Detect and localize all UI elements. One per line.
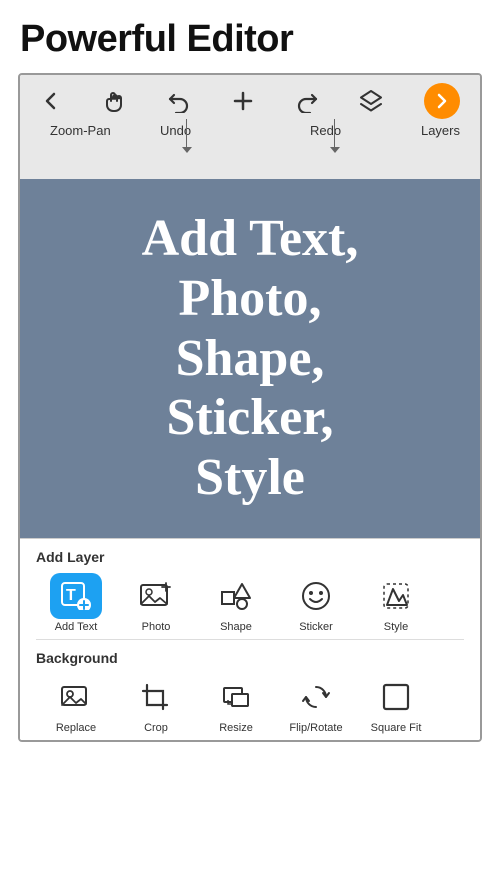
- flip-rotate-icon: [290, 674, 342, 720]
- canvas-area: Add Text,Photo,Shape,Sticker,Style: [20, 179, 480, 538]
- square-fit-label: Square Fit: [371, 722, 422, 734]
- editor-container: Zoom-Pan Undo Redo Layers Add Text,Photo…: [18, 73, 482, 742]
- square-fit-item[interactable]: Square Fit: [356, 674, 436, 734]
- redo-label: Redo: [310, 123, 341, 138]
- shape-label: Shape: [220, 621, 252, 633]
- layers-icon[interactable]: [359, 89, 383, 113]
- add-text-icon: T: [50, 573, 102, 619]
- page-title: Powerful Editor: [0, 0, 500, 73]
- flip-rotate-label: Flip/Rotate: [289, 722, 342, 734]
- add-text-item[interactable]: T Add Text: [36, 573, 116, 633]
- crop-label: Crop: [144, 722, 168, 734]
- flip-rotate-item[interactable]: Flip/Rotate: [276, 674, 356, 734]
- shape-icon: [210, 573, 262, 619]
- resize-item[interactable]: Resize: [196, 674, 276, 734]
- add-text-label: Add Text: [55, 621, 98, 633]
- sticker-icon: [290, 573, 342, 619]
- resize-label: Resize: [219, 722, 253, 734]
- style-item[interactable]: Style: [356, 573, 436, 633]
- redo-icon[interactable]: [295, 89, 319, 113]
- add-layer-section: Add Layer T Add Text: [20, 539, 480, 639]
- toolbar-labels: Zoom-Pan Undo Redo Layers: [20, 119, 480, 179]
- background-label: Background: [36, 650, 464, 666]
- canvas-text: Add Text,Photo,Shape,Sticker,Style: [142, 209, 359, 508]
- toolbar: [20, 75, 480, 119]
- back-icon[interactable]: [40, 90, 62, 112]
- replace-label: Replace: [56, 722, 96, 734]
- crop-icon: [130, 674, 182, 720]
- redo-arrow: [334, 119, 335, 147]
- background-section: Background Replace: [20, 640, 480, 740]
- replace-icon: [50, 674, 102, 720]
- svg-text:T: T: [66, 587, 76, 604]
- photo-icon: [130, 573, 182, 619]
- add-icon[interactable]: [232, 90, 254, 112]
- replace-item[interactable]: Replace: [36, 674, 116, 734]
- style-label: Style: [384, 621, 408, 633]
- add-layer-label: Add Layer: [36, 549, 464, 565]
- sticker-item[interactable]: Sticker: [276, 573, 356, 633]
- layers-label: Layers: [421, 123, 460, 138]
- square-fit-icon: [370, 674, 422, 720]
- shape-item[interactable]: Shape: [196, 573, 276, 633]
- add-layer-items: T Add Text: [36, 573, 464, 633]
- undo-icon[interactable]: [167, 89, 191, 113]
- hand-pan-icon[interactable]: [103, 89, 127, 113]
- resize-icon: [210, 674, 262, 720]
- sticker-label: Sticker: [299, 621, 333, 633]
- photo-label: Photo: [142, 621, 171, 633]
- background-items: Replace Crop: [36, 674, 464, 734]
- undo-arrow: [186, 119, 187, 147]
- crop-item[interactable]: Crop: [116, 674, 196, 734]
- forward-button[interactable]: [424, 83, 460, 119]
- zoom-pan-label: Zoom-Pan: [50, 123, 111, 138]
- style-icon: [370, 573, 422, 619]
- bottom-panels: Add Layer T Add Text: [20, 538, 480, 740]
- photo-item[interactable]: Photo: [116, 573, 196, 633]
